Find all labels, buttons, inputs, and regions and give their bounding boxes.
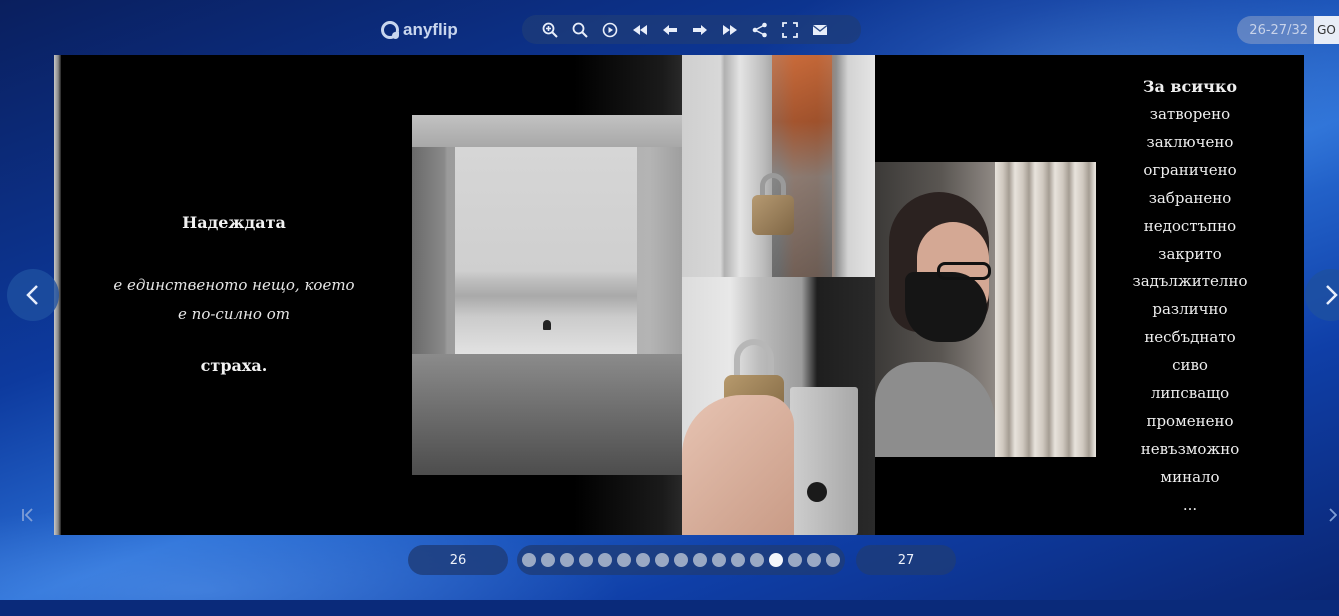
previous-page-icon (663, 24, 677, 35)
autoplay-button[interactable] (601, 21, 619, 39)
corridor-ceiling (412, 115, 682, 147)
search-button[interactable] (571, 21, 589, 39)
page-dot[interactable] (522, 553, 536, 567)
right-page-line: сиво (1172, 356, 1208, 375)
face-mask (905, 272, 987, 342)
page-number-input[interactable] (1237, 16, 1314, 44)
background-bottom-strip (0, 600, 1339, 616)
last-page-button[interactable] (721, 21, 739, 39)
page-dot[interactable] (560, 553, 574, 567)
zoom-in-icon (542, 22, 558, 38)
page-dot[interactable] (636, 553, 650, 567)
right-page-line: променено (1146, 411, 1234, 430)
left-page-quote: е единственото нещо, което е по-силно от (94, 271, 374, 329)
share-button[interactable] (751, 21, 769, 39)
padlock-photo-bottom (682, 277, 875, 535)
glasses (937, 262, 991, 280)
page-dot[interactable] (731, 553, 745, 567)
right-page-line: затворено (1149, 105, 1231, 123)
logo-text: anyflip (403, 20, 458, 39)
page-dot[interactable] (750, 553, 764, 567)
first-page-icon (633, 24, 647, 35)
left-page-ending: страха. (200, 356, 268, 375)
right-page-line: различно (1152, 300, 1228, 319)
left-page-number[interactable]: 26 (408, 545, 508, 575)
right-page-number[interactable]: 27 (856, 545, 956, 575)
page-dot[interactable] (579, 553, 593, 567)
right-page-line: недостъпно (1143, 216, 1237, 235)
first-page-icon (22, 508, 33, 522)
page-dots (517, 545, 845, 575)
email-icon (812, 24, 828, 35)
anyflip-logo-icon (381, 21, 399, 39)
page-dot[interactable] (617, 553, 631, 567)
left-page-title: Надеждата (182, 213, 286, 232)
corridor-floor (412, 354, 682, 475)
page-dot[interactable] (541, 553, 555, 567)
main-toolbar (522, 15, 861, 44)
person-silhouette (543, 320, 551, 330)
previous-page-arrow[interactable] (7, 269, 59, 321)
previous-page-button[interactable] (661, 21, 679, 39)
right-page-line: заключено (1146, 132, 1234, 151)
page-dot[interactable] (655, 553, 669, 567)
last-page-icon (723, 24, 737, 35)
chevron-right-icon (1326, 285, 1338, 305)
first-page-button[interactable] (631, 21, 649, 39)
keyhole (807, 482, 827, 502)
page-dot[interactable] (788, 553, 802, 567)
go-first-page-button[interactable] (20, 506, 36, 524)
fullscreen-icon (782, 21, 798, 38)
chevron-right-icon (1329, 508, 1337, 522)
zoom-in-button[interactable] (541, 21, 559, 39)
go-button[interactable]: GO (1314, 16, 1339, 44)
page-dot[interactable] (674, 553, 688, 567)
right-page-line: закрито (1158, 244, 1222, 263)
email-button[interactable] (811, 21, 829, 39)
page-dot[interactable] (693, 553, 707, 567)
right-page-line: несбъднато (1144, 328, 1236, 347)
pillars (995, 162, 1096, 457)
page-dot-active[interactable] (769, 553, 783, 567)
lock-plate (790, 387, 858, 535)
padlock-icon (752, 195, 794, 235)
page-dot[interactable] (807, 553, 821, 567)
autoplay-icon (602, 22, 618, 37)
right-page-line: ограничено (1143, 160, 1237, 179)
coat (875, 362, 995, 457)
anyflip-logo[interactable]: anyflip (381, 18, 458, 42)
fullscreen-button[interactable] (781, 21, 799, 39)
book-spread[interactable]: Надеждата е единственото нещо, което е п… (54, 55, 1304, 535)
chevron-left-icon (26, 285, 38, 305)
next-page-button[interactable] (691, 21, 709, 39)
right-page-title: За всичко (1142, 77, 1238, 96)
background-building (772, 55, 832, 277)
right-page-text: За всичко затворено заключено ограничено… (1116, 73, 1264, 520)
right-page-line: минало (1160, 467, 1220, 486)
share-icon (752, 22, 767, 37)
go-last-page-button[interactable] (1327, 506, 1339, 524)
corridor-sea-photo (412, 115, 682, 475)
quote-line-2: е по-силно от (178, 305, 290, 323)
right-page-line: задължително (1132, 272, 1248, 291)
right-page-line: забранено (1148, 188, 1232, 207)
right-page-line: ... (1182, 495, 1198, 514)
right-page-line: липсващо (1150, 384, 1230, 403)
page-dot[interactable] (712, 553, 726, 567)
next-page-icon (693, 24, 707, 35)
search-icon (572, 22, 588, 38)
masked-woman-photo (875, 162, 1096, 457)
hand (682, 395, 794, 535)
page-dot[interactable] (598, 553, 612, 567)
padlock-photo-top (682, 55, 875, 277)
quote-line-1: е единственото нещо, което (113, 276, 355, 294)
right-page-line: невъзможно (1140, 439, 1240, 458)
page-dot[interactable] (826, 553, 840, 567)
